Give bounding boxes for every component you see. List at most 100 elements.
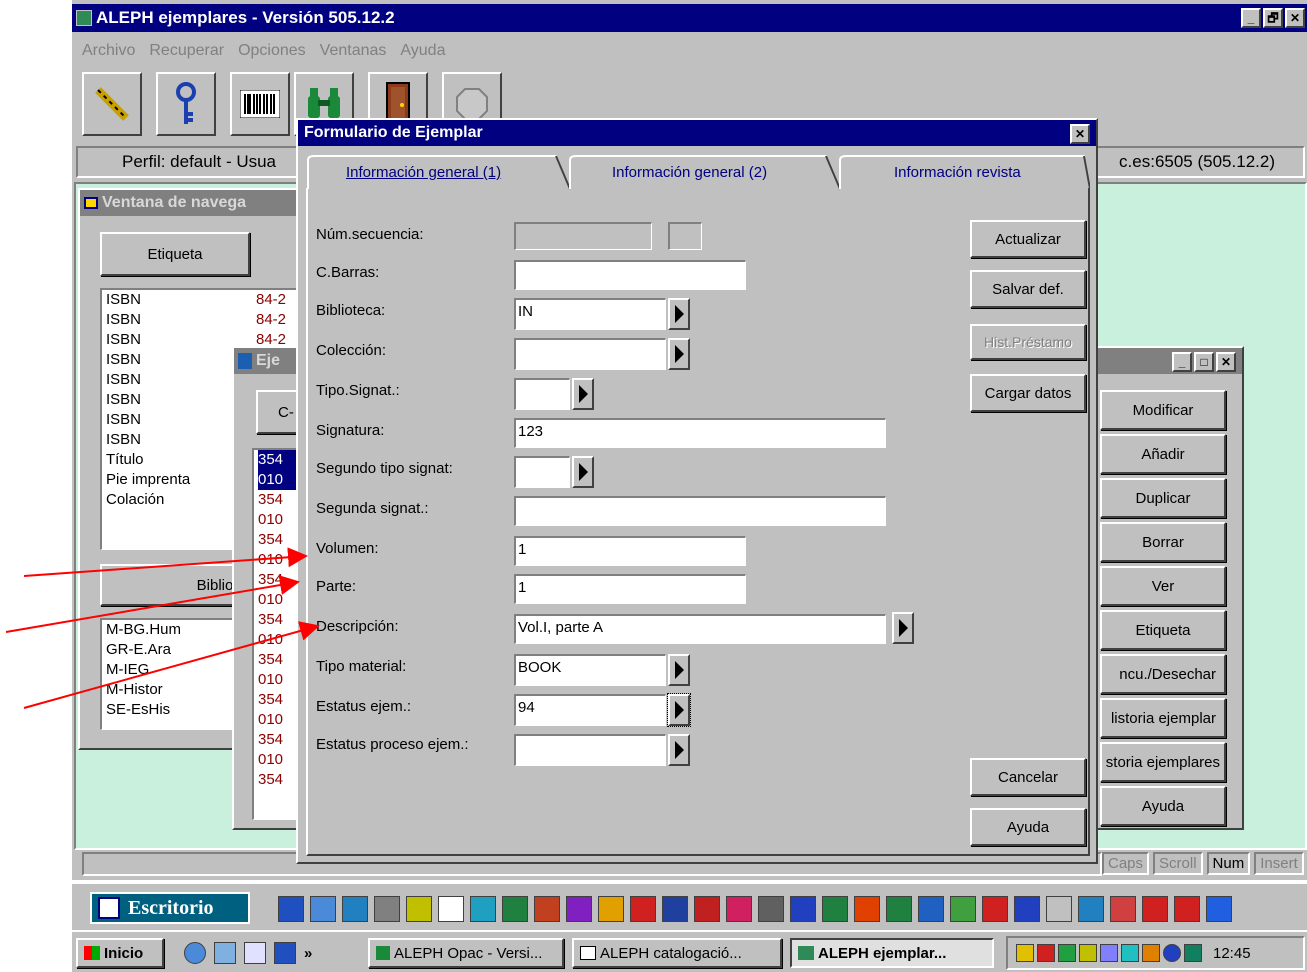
- estatus-proceso-field[interactable]: [514, 734, 666, 766]
- quicklaunch-icon[interactable]: [1014, 896, 1040, 922]
- edit-icon[interactable]: [244, 942, 266, 964]
- more-icon[interactable]: »: [304, 945, 312, 962]
- c-barras-field[interactable]: [514, 260, 746, 290]
- task-aleph-opac[interactable]: ALEPH Opac - Versi...: [368, 938, 564, 968]
- tab-info-general-1[interactable]: Información general (1): [346, 164, 501, 181]
- menu-opciones[interactable]: Opciones: [238, 42, 306, 60]
- task-aleph-ejemplares[interactable]: ALEPH ejemplar...: [790, 938, 994, 968]
- quicklaunch-icon[interactable]: [982, 896, 1008, 922]
- quicklaunch-icon[interactable]: [598, 896, 624, 922]
- escritorio-button[interactable]: Escritorio: [90, 892, 250, 924]
- quicklaunch-icon[interactable]: [374, 896, 400, 922]
- ayuda-button[interactable]: Ayuda: [970, 808, 1086, 846]
- quicklaunch-icon[interactable]: [310, 896, 336, 922]
- quicklaunch-icon[interactable]: [1046, 896, 1072, 922]
- minimize-button[interactable]: _: [1241, 8, 1261, 28]
- quicklaunch-icon[interactable]: [342, 896, 368, 922]
- quicklaunch-icon[interactable]: [1078, 896, 1104, 922]
- quicklaunch-icon[interactable]: [854, 896, 880, 922]
- tab-etiqueta[interactable]: Etiqueta: [100, 232, 250, 276]
- menu-ayuda[interactable]: Ayuda: [400, 42, 445, 60]
- toolbar-connect-button[interactable]: [82, 72, 142, 136]
- ej-restore-button[interactable]: □: [1194, 352, 1214, 372]
- tray-icon-6[interactable]: [1121, 944, 1139, 962]
- segundo-tipo-signat-field[interactable]: [514, 456, 570, 488]
- clock[interactable]: 12:45: [1213, 945, 1251, 962]
- estatus-proceso-select-button[interactable]: [668, 734, 690, 766]
- ie-icon[interactable]: [184, 942, 206, 964]
- flag-icon[interactable]: [274, 942, 296, 964]
- menu-recuperar[interactable]: Recuperar: [149, 42, 224, 60]
- actualizar-button[interactable]: Actualizar: [970, 220, 1086, 258]
- signatura-field[interactable]: 123: [514, 418, 886, 448]
- quicklaunch-icon[interactable]: [662, 896, 688, 922]
- quicklaunch-icon[interactable]: [630, 896, 656, 922]
- menu-ventanas[interactable]: Ventanas: [320, 42, 387, 60]
- quicklaunch-icon[interactable]: [790, 896, 816, 922]
- biblioteca-select-button[interactable]: [668, 298, 690, 330]
- task-aleph-catalogacion[interactable]: ALEPH catalogació...: [572, 938, 782, 968]
- duplicar-button[interactable]: Duplicar: [1100, 478, 1226, 518]
- tray-icon-2[interactable]: [1037, 944, 1055, 962]
- tipo-material-select-button[interactable]: [668, 654, 690, 686]
- tipo-signat-field[interactable]: [514, 378, 570, 410]
- quicklaunch-icon[interactable]: [822, 896, 848, 922]
- parte-field[interactable]: 1: [514, 574, 746, 604]
- tray-icon-9[interactable]: [1184, 944, 1202, 962]
- quicklaunch-icon[interactable]: [278, 896, 304, 922]
- tray-icon-3[interactable]: [1058, 944, 1076, 962]
- toolbar-barcode-button[interactable]: [230, 72, 290, 136]
- dialog-close-button[interactable]: ✕: [1070, 124, 1090, 144]
- nav-list-row[interactable]: ISBN 84-2: [106, 290, 305, 310]
- anadir-button[interactable]: Añadir: [1100, 434, 1226, 474]
- quicklaunch-icon[interactable]: [726, 896, 752, 922]
- ej-minimize-button[interactable]: _: [1172, 352, 1192, 372]
- menu-archivo[interactable]: Archivo: [82, 42, 135, 60]
- desechar-button[interactable]: ncu./Desechar: [1100, 654, 1226, 694]
- estatus-ejem-select-button[interactable]: [667, 693, 691, 727]
- descripcion-field[interactable]: Vol.I, parte A: [514, 614, 886, 644]
- quicklaunch-icon[interactable]: [950, 896, 976, 922]
- ayuda-panel-button[interactable]: Ayuda: [1100, 786, 1226, 826]
- quicklaunch-icon[interactable]: [470, 896, 496, 922]
- tray-icon-4[interactable]: [1079, 944, 1097, 962]
- tab-info-general-2[interactable]: Información general (2): [612, 164, 767, 181]
- start-button[interactable]: Inicio: [76, 938, 164, 968]
- quicklaunch-icon[interactable]: [694, 896, 720, 922]
- salvar-def-button[interactable]: Salvar def.: [970, 270, 1086, 308]
- quicklaunch-icon[interactable]: [758, 896, 784, 922]
- etiqueta-button[interactable]: Etiqueta: [1100, 610, 1226, 650]
- tipo-material-field[interactable]: BOOK: [514, 654, 666, 686]
- quicklaunch-icon[interactable]: [534, 896, 560, 922]
- quicklaunch-icon[interactable]: [566, 896, 592, 922]
- quicklaunch-icon[interactable]: [1174, 896, 1200, 922]
- descripcion-select-button[interactable]: [892, 612, 914, 644]
- tray-icon-1[interactable]: [1016, 944, 1034, 962]
- coleccion-field[interactable]: [514, 338, 666, 370]
- tray-icon-5[interactable]: [1100, 944, 1118, 962]
- tab-info-revista[interactable]: Información revista: [894, 164, 1021, 181]
- historia-ejemplar-button[interactable]: listoria ejemplar: [1100, 698, 1226, 738]
- ej-close-button[interactable]: ✕: [1216, 352, 1236, 372]
- coleccion-select-button[interactable]: [668, 338, 690, 370]
- close-button[interactable]: ✕: [1285, 8, 1305, 28]
- hist-prestamo-button[interactable]: Hist.Préstamo: [970, 324, 1086, 360]
- tray-icon-7[interactable]: [1142, 944, 1160, 962]
- segunda-signat-field[interactable]: [514, 496, 886, 526]
- historia-ejemplares-button[interactable]: storia ejemplares: [1100, 742, 1226, 782]
- quicklaunch-icon[interactable]: [1110, 896, 1136, 922]
- tipo-signat-select-button[interactable]: [572, 378, 594, 410]
- segundo-tipo-signat-select-button[interactable]: [572, 456, 594, 488]
- volumen-field[interactable]: 1: [514, 536, 746, 566]
- quicklaunch-icon[interactable]: [438, 896, 464, 922]
- quicklaunch-icon[interactable]: [502, 896, 528, 922]
- nav-list-row[interactable]: ISBN 84-2: [106, 310, 305, 330]
- quicklaunch-icon[interactable]: [406, 896, 432, 922]
- estatus-ejem-field[interactable]: 94: [514, 694, 666, 726]
- quicklaunch-icon[interactable]: [1142, 896, 1168, 922]
- cancelar-button[interactable]: Cancelar: [970, 758, 1086, 796]
- cargar-datos-button[interactable]: Cargar datos: [970, 374, 1086, 412]
- borrar-button[interactable]: Borrar: [1100, 522, 1226, 562]
- maximize-button[interactable]: 🗗: [1263, 8, 1283, 28]
- quicklaunch-icon[interactable]: [918, 896, 944, 922]
